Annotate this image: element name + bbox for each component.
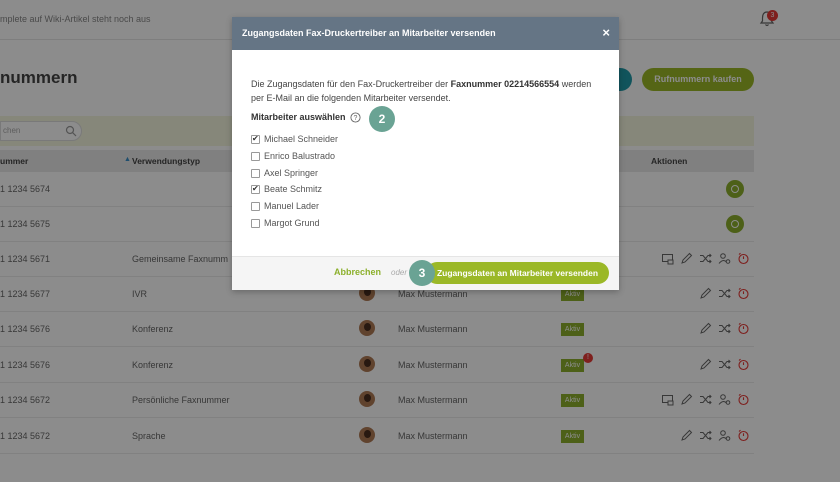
employee-name: Axel Springer [264, 167, 319, 178]
help-icon[interactable]: ? [350, 112, 361, 123]
step-badge-select: 2 [369, 106, 395, 132]
or-separator: oder [391, 268, 408, 277]
employee-checkbox[interactable] [251, 184, 260, 195]
step-badge-send: 3 [409, 260, 435, 286]
cancel-button[interactable]: Abbrechen [334, 267, 381, 277]
employee-name: Margot Grund [264, 218, 320, 228]
description-before: Die Zugangsdaten für den Fax-Druckertrei… [251, 79, 451, 89]
employee-checkbox[interactable] [251, 134, 260, 144]
close-icon[interactable]: × [602, 25, 610, 40]
dialog-header: Zugangsdaten Fax-Druckertreiber an Mitar… [232, 17, 619, 50]
send-credentials-dialog: Zugangsdaten Fax-Druckertreiber an Mitar… [232, 17, 619, 290]
svg-text:?: ? [354, 115, 358, 122]
employee-name: Manuel Lader [264, 201, 320, 212]
employee-checkbox[interactable] [251, 202, 260, 212]
dialog-title: Zugangsdaten Fax-Druckertreiber an Mitar… [242, 28, 496, 38]
employee-checkbox[interactable] [251, 168, 260, 178]
employee-name: Michael Schneider [264, 134, 339, 144]
send-credentials-button[interactable]: Zugangsdaten an Mitarbeiter versenden [426, 262, 609, 284]
fax-number-label: Faxnummer 02214566554 [450, 79, 560, 89]
employee-name: Enrico Balustrado [264, 150, 336, 161]
employee-checkbox[interactable] [251, 151, 260, 161]
select-employees-label: Mitarbeiter auswählen [251, 112, 346, 122]
dialog-description: Die Zugangsdaten für den Fax-Druckertrei… [251, 77, 606, 105]
employee-checkbox[interactable] [251, 219, 260, 228]
employee-name: Beate Schmitz [264, 184, 323, 195]
